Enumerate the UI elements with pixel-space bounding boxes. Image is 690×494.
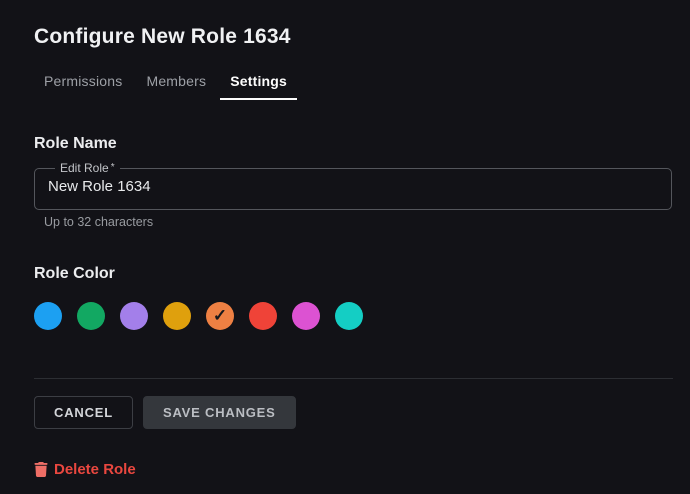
- save-changes-button[interactable]: SAVE CHANGES: [143, 396, 296, 429]
- tab-bar: Permissions Members Settings: [34, 73, 672, 100]
- color-swatch-magenta[interactable]: [292, 302, 320, 330]
- role-name-heading: Role Name: [34, 135, 672, 153]
- color-swatch-red[interactable]: [249, 302, 277, 330]
- color-swatch-gold[interactable]: [163, 302, 191, 330]
- color-swatch-row: ✓: [34, 302, 672, 330]
- role-name-helper-text: Up to 32 characters: [44, 215, 672, 229]
- role-name-input[interactable]: [48, 175, 658, 209]
- required-asterisk: *: [111, 162, 115, 173]
- color-swatch-purple[interactable]: [120, 302, 148, 330]
- delete-role-link[interactable]: Delete Role: [34, 461, 136, 478]
- tab-members[interactable]: Members: [136, 73, 216, 100]
- role-name-section: Role Name Edit Role* Up to 32 characters: [34, 135, 672, 229]
- cancel-button[interactable]: CANCEL: [34, 396, 133, 429]
- trash-icon: [34, 462, 48, 477]
- role-color-section: Role Color ✓: [34, 265, 672, 330]
- role-color-heading: Role Color: [34, 265, 672, 283]
- delete-role-label: Delete Role: [54, 461, 136, 478]
- selected-check-icon: ✓: [213, 307, 227, 324]
- color-swatch-teal[interactable]: [335, 302, 363, 330]
- role-name-field[interactable]: Edit Role*: [34, 161, 672, 210]
- role-name-field-label: Edit Role*: [55, 161, 120, 175]
- color-swatch-green[interactable]: [77, 302, 105, 330]
- color-swatch-orange[interactable]: ✓: [206, 302, 234, 330]
- action-buttons: CANCEL SAVE CHANGES: [34, 396, 672, 429]
- divider: [34, 378, 673, 379]
- page-title: Configure New Role 1634: [34, 25, 672, 49]
- color-swatch-blue[interactable]: [34, 302, 62, 330]
- configure-role-dialog: Configure New Role 1634 Permissions Memb…: [0, 0, 690, 478]
- tab-permissions[interactable]: Permissions: [34, 73, 132, 100]
- tab-settings[interactable]: Settings: [220, 73, 297, 100]
